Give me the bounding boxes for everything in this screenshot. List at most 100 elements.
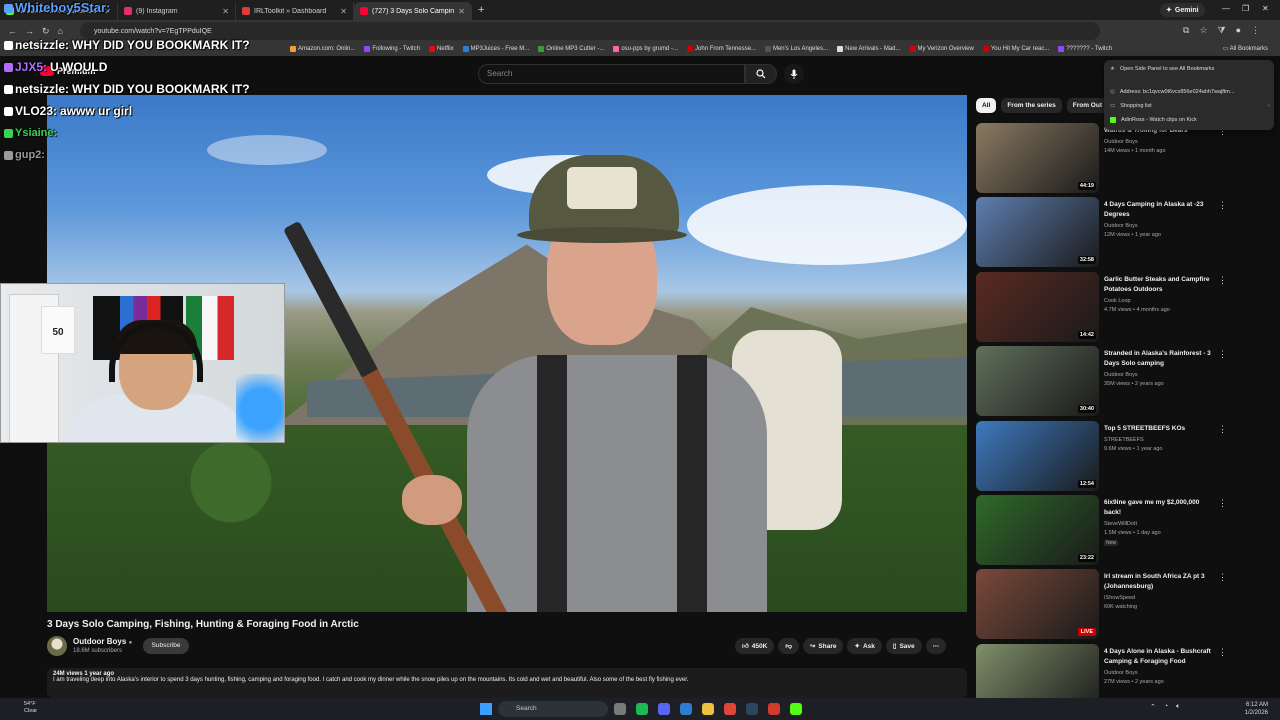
back-icon[interactable]: ← (8, 26, 17, 36)
video-thumbnail[interactable]: 14:42 (976, 271, 1099, 342)
all-bookmarks-button[interactable]: ▭ All Bookmarks (1223, 45, 1268, 52)
recommended-title[interactable]: Top 5 STREETBEEFS KOs (1104, 424, 1216, 434)
recommended-title[interactable]: 6ix9ine gave me my $2,000,000 back! (1104, 498, 1216, 518)
more-options-icon[interactable]: ⋮ (1218, 572, 1227, 583)
new-tab-button[interactable]: + (478, 4, 484, 16)
gemini-button[interactable]: ✦ Gemini (1160, 3, 1205, 17)
video-thumbnail[interactable]: 44:19 (976, 123, 1099, 193)
more-options-icon[interactable]: ⋮ (1218, 424, 1227, 435)
forward-icon[interactable]: → (25, 26, 34, 36)
recommended-channel[interactable]: Cook Loop (1104, 298, 1131, 304)
spotify-icon[interactable] (636, 703, 648, 715)
task-view-icon[interactable] (614, 703, 626, 715)
video-thumbnail[interactable]: 30:40 (976, 346, 1099, 417)
bookmark-item[interactable]: Amazon.com: Onlin... (290, 46, 355, 52)
recommended-video[interactable]: 12:54 Top 5 STREETBEEFS KOs STREETBEEFS 9.6… (976, 420, 1266, 493)
bookmark-star-icon[interactable]: ☆ (1199, 25, 1207, 36)
more-options-icon[interactable]: ⋮ (1218, 275, 1227, 286)
tab-close-icon[interactable]: ✕ (222, 7, 229, 16)
recommended-video[interactable]: 30:40 Stranded in Alaska's Rainforest - 3… (976, 346, 1266, 418)
bookmark-item[interactable]: Online MP3 Cutter -... (538, 46, 604, 52)
browser-tab[interactable]: (727) 3 Days Solo Camping, Fi✕ (354, 2, 472, 20)
recommended-channel[interactable]: SteveWillDoIt (1104, 521, 1137, 527)
more-options-icon[interactable]: ⋮ (1218, 647, 1227, 658)
browser-tab[interactable]: (9) Instagram ✕ (118, 2, 236, 20)
clock[interactable]: 6:12 AM 1/2/2026 (1245, 701, 1268, 717)
bookmark-item[interactable]: John From Tennesse... (687, 46, 756, 52)
search-input[interactable]: Search (478, 64, 745, 84)
video-thumbnail[interactable]: LIVE (976, 569, 1099, 640)
channel-avatar[interactable] (47, 636, 67, 656)
bookmark-item[interactable]: Netflix (428, 46, 454, 52)
recommended-channel[interactable]: Outdoor Boys (1104, 223, 1138, 229)
bookmark-item[interactable]: New Arrivals - Mad... (837, 46, 901, 52)
bookmark-item[interactable]: Men's Los Angeles... (764, 46, 828, 52)
recommended-video[interactable]: 44:19 Walrus & Trolling for Bears Outdoor … (976, 123, 1266, 195)
bm-menu-item-shopping-list[interactable]: ▭ Shopping list › (1110, 103, 1270, 109)
video-thumbnail[interactable]: 32:58 (976, 197, 1099, 268)
close-window-button[interactable]: ✕ (1262, 4, 1269, 13)
more-options-icon[interactable]: ⋮ (1218, 498, 1227, 509)
like-button[interactable]: 👍︎ 450K (735, 638, 775, 654)
recommended-channel[interactable]: Outdoor Boys (1104, 670, 1138, 676)
recommended-title[interactable]: 4 Days Camping in Alaska at -23 Degrees (1104, 200, 1216, 220)
taskbar-search[interactable]: Search (498, 701, 608, 717)
steam-icon[interactable] (746, 703, 758, 715)
extensions-icon[interactable]: ⧩ (1218, 25, 1226, 36)
folder-icon[interactable] (702, 703, 714, 715)
bm-menu-item-side-panel[interactable]: ★ Open Side Panel to see All Bookmarks (1110, 66, 1270, 72)
wifi-icon[interactable]: ◔ (1164, 703, 1168, 711)
more-actions-button[interactable]: ⋯ (925, 638, 947, 654)
channel-name[interactable]: Outdoor Boys ● (73, 637, 132, 646)
menu-icon[interactable]: ⋮ (1251, 25, 1260, 36)
minimize-button[interactable]: — (1222, 4, 1230, 13)
discord-icon[interactable] (658, 703, 670, 715)
more-options-icon[interactable]: ⋮ (1218, 200, 1227, 211)
bm-menu-item-kick[interactable]: AdinRoss - Watch clips on Kick (1110, 117, 1270, 123)
chevron-up-icon[interactable]: ⌃ (1150, 703, 1156, 711)
chrome-alt-icon[interactable] (768, 703, 780, 715)
recommended-title[interactable]: Stranded in Alaska's Rainforest - 3 Days… (1104, 349, 1216, 369)
reload-icon[interactable]: ↻ (42, 26, 50, 37)
bookmark-item[interactable]: ??????? - Twitch (1058, 46, 1112, 52)
bookmark-item[interactable]: MP3Juices - Free M... (462, 46, 529, 52)
volume-icon[interactable]: 🔈︎ (1176, 703, 1180, 711)
bookmark-item[interactable]: My Verizon Overview (909, 46, 974, 52)
bookmark-item[interactable]: You Hit My Car reac... (982, 46, 1049, 52)
weather-widget[interactable]: 54°F Clear (24, 701, 37, 715)
recommended-channel[interactable]: STREETBEEFS (1104, 437, 1144, 443)
recommended-channel[interactable]: Outdoor Boys (1104, 139, 1138, 145)
search-button[interactable] (745, 64, 777, 84)
kick-icon[interactable] (790, 703, 802, 715)
video-thumbnail[interactable]: 23:22 (976, 495, 1099, 565)
filter-chip[interactable]: All (976, 98, 997, 113)
filter-chip[interactable]: From Out (1066, 98, 1108, 113)
bm-menu-item-address[interactable]: ◎ Address: bc1qvcw0t6vcx856e024ahh7wajft… (1110, 89, 1270, 95)
bookmark-item[interactable]: osu-pps by grumd -... (613, 46, 678, 52)
tab-close-icon[interactable]: ✕ (458, 7, 465, 16)
profile-icon[interactable]: ● (1236, 25, 1241, 36)
recommended-channel[interactable]: Outdoor Boys (1104, 372, 1138, 378)
more-options-icon[interactable]: ⋮ (1218, 349, 1227, 360)
ask-button[interactable]: ✦ Ask (847, 638, 882, 654)
dislike-button[interactable]: 👎︎ (778, 638, 799, 654)
voice-search-button[interactable] (784, 64, 804, 84)
recommended-video[interactable]: LIVE Irl stream in South Africa ZA pt 3 (… (976, 569, 1266, 641)
chrome-icon[interactable] (724, 703, 736, 715)
video-thumbnail[interactable]: 12:54 (976, 420, 1099, 491)
recommended-title[interactable]: 4 Days Alone in Alaska - Bushcraft Campi… (1104, 647, 1216, 667)
recommended-title[interactable]: Irl stream in South Africa ZA pt 3 (Joha… (1104, 572, 1216, 592)
bookmark-item[interactable]: Following - Twitch (364, 46, 420, 52)
save-button[interactable]: ▯ Save (885, 638, 922, 654)
share-button[interactable]: ↪ Share (802, 638, 844, 654)
recommended-title[interactable]: Garlic Butter Steaks and Campfire Potato… (1104, 275, 1216, 295)
recommended-channel[interactable]: IShowSpeed (1104, 595, 1135, 601)
recommended-video[interactable]: 23:22 6ix9ine gave me my $2,000,000 back!… (976, 495, 1266, 567)
install-icon[interactable]: ⧉ (1183, 25, 1189, 36)
store-icon[interactable] (680, 703, 692, 715)
filter-chip[interactable]: From the series (1001, 98, 1062, 113)
tab-close-icon[interactable]: ✕ (340, 7, 347, 16)
video-description[interactable]: 24M views 1 year ago I am traveling deep… (47, 668, 967, 698)
browser-tab[interactable]: IRLToolkit » Dashboard ✕ (236, 2, 354, 20)
maximize-button[interactable]: ❐ (1242, 4, 1249, 13)
